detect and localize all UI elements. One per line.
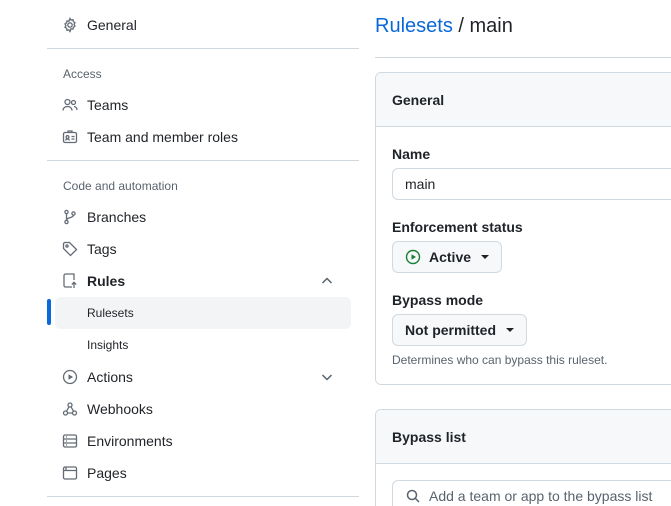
play-circle-icon [405, 249, 421, 265]
sidebar-item-team-roles[interactable]: Team and member roles [55, 121, 351, 153]
sidebar-item-environments[interactable]: Environments [55, 425, 351, 457]
sidebar-item-actions[interactable]: Actions [55, 361, 351, 393]
sidebar-item-label: Webhooks [87, 401, 153, 417]
bypass-mode-hint: Determines who can bypass this ruleset. [392, 353, 608, 367]
sidebar-item-label: Team and member roles [87, 129, 238, 145]
sidebar-item-label: Pages [87, 465, 127, 481]
enforcement-status-label: Enforcement status [392, 219, 523, 235]
sidebar-divider [47, 160, 359, 161]
breadcrumb-separator: / [458, 15, 464, 37]
sidebar-item-label: Branches [87, 209, 147, 225]
browser-icon [62, 465, 78, 481]
section-title-access: Access [63, 67, 102, 81]
sidebar-item-label: Tags [87, 241, 117, 257]
settings-sidebar: General Access Teams Team and member rol… [0, 0, 360, 506]
breadcrumb: Rulesets / main [375, 13, 513, 39]
enforcement-status-value: Active [429, 249, 472, 265]
webhook-icon [62, 401, 78, 417]
name-label: Name [392, 146, 431, 162]
section-title-code: Code and automation [63, 179, 178, 193]
sidebar-item-label: Rules [87, 273, 126, 289]
sidebar-item-insights[interactable]: Insights [55, 329, 351, 361]
sidebar-item-label: General [87, 17, 137, 33]
header-divider [375, 57, 671, 58]
breadcrumb-link-rulesets[interactable]: Rulesets [375, 15, 453, 37]
people-icon [62, 97, 78, 113]
sidebar-divider [47, 496, 359, 497]
tag-icon [62, 241, 78, 257]
chevron-up-icon[interactable] [319, 273, 335, 289]
sidebar-item-label: Insights [87, 338, 129, 352]
play-circle-icon [62, 369, 78, 385]
selected-indicator [47, 299, 51, 325]
breadcrumb-current: main [469, 15, 513, 37]
sidebar-item-label: Teams [87, 97, 129, 113]
server-icon [62, 433, 78, 449]
ruleset-name-input[interactable]: main [392, 168, 671, 200]
sidebar-item-tags[interactable]: Tags [55, 233, 351, 265]
general-panel-title: General [376, 73, 671, 127]
sidebar-item-teams[interactable]: Teams [55, 89, 351, 121]
sidebar-item-label: Environments [87, 433, 173, 449]
bypass-search-placeholder: Add a team or app to the bypass list [429, 488, 653, 504]
bypass-mode-label: Bypass mode [392, 292, 484, 308]
bypass-mode-dropdown[interactable]: Not permitted [392, 314, 527, 346]
caret-down-icon [506, 328, 514, 332]
sidebar-item-webhooks[interactable]: Webhooks [55, 393, 351, 425]
sidebar-item-general[interactable]: General [55, 9, 351, 41]
gear-icon [62, 17, 78, 33]
bypass-search-input[interactable]: Add a team or app to the bypass list [392, 480, 671, 506]
id-badge-icon [62, 129, 78, 145]
chevron-down-icon[interactable] [319, 369, 335, 385]
bypass-mode-value: Not permitted [405, 322, 496, 338]
repo-push-icon [62, 273, 78, 289]
sidebar-item-rulesets[interactable]: Rulesets [55, 297, 351, 329]
sidebar-item-pages[interactable]: Pages [55, 457, 351, 489]
sidebar-item-rules[interactable]: Rules [55, 265, 351, 297]
sidebar-item-label: Actions [87, 369, 133, 385]
sidebar-divider [47, 48, 359, 49]
enforcement-status-dropdown[interactable]: Active [392, 241, 503, 273]
search-icon [405, 488, 421, 504]
sidebar-item-label: Rulesets [87, 306, 134, 320]
git-branch-icon [62, 209, 78, 225]
bypass-list-title: Bypass list [376, 410, 671, 464]
ruleset-name-value: main [405, 176, 436, 192]
caret-down-icon [481, 255, 490, 259]
sidebar-item-branches[interactable]: Branches [55, 201, 351, 233]
